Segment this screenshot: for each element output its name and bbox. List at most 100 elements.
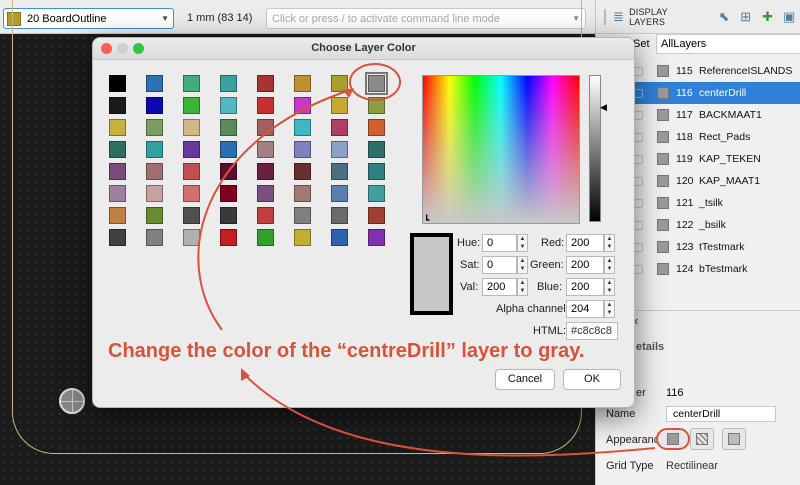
color-swatch[interactable] [257,119,274,136]
color-swatch[interactable] [368,207,385,224]
lock-icon[interactable] [634,132,643,142]
lock-icon[interactable] [634,110,643,120]
color-swatch[interactable] [220,119,237,136]
color-swatch[interactable] [183,97,200,114]
color-swatch[interactable] [294,119,311,136]
color-swatch[interactable] [294,163,311,180]
color-swatch[interactable] [257,207,274,224]
color-swatch[interactable] [220,207,237,224]
lock-icon[interactable] [634,242,643,252]
color-swatch[interactable] [183,229,200,246]
color-swatch[interactable] [220,185,237,202]
color-swatch[interactable] [331,207,348,224]
luminance-arrow-icon[interactable]: ◀ [600,102,607,113]
color-swatch[interactable] [294,207,311,224]
color-swatch[interactable] [257,185,274,202]
cancel-button[interactable]: Cancel [495,369,555,390]
color-swatch[interactable] [146,185,163,202]
color-swatch[interactable] [294,141,311,158]
stepper-icon[interactable]: ▲ ▼ [517,256,528,274]
color-swatch[interactable] [365,72,388,95]
lock-icon[interactable] [634,264,643,274]
color-swatch[interactable] [331,185,348,202]
color-swatch[interactable] [146,141,163,158]
alpha-input[interactable]: 204 ▲ ▼ [566,300,615,318]
color-swatch[interactable] [257,229,274,246]
tree-icon[interactable]: ⊞ [735,6,757,28]
stepper-icon[interactable]: ▲ ▼ [604,278,615,296]
color-swatch[interactable] [220,163,237,180]
color-swatch[interactable] [183,185,200,202]
color-swatch[interactable] [146,207,163,224]
color-swatch[interactable] [331,141,348,158]
color-swatch[interactable] [331,97,348,114]
color-swatch[interactable] [220,229,237,246]
sat-input[interactable]: 0 ▲ ▼ [482,256,528,274]
layer-name-input[interactable]: centerDrill [666,406,776,422]
color-swatch[interactable] [220,141,237,158]
color-swatch[interactable] [294,97,311,114]
lock-icon[interactable] [634,88,643,98]
color-swatch[interactable] [368,185,385,202]
color-swatch[interactable] [368,229,385,246]
lock-icon[interactable] [634,198,643,208]
color-swatch[interactable] [294,185,311,202]
color-swatch[interactable] [368,141,385,158]
appearance-pattern-button[interactable] [690,428,714,450]
layer-set-select[interactable]: AllLayers [656,34,800,54]
tab-display-layers[interactable]: ≣ DISPLAY LAYERS [596,7,713,27]
ok-button[interactable]: OK [563,369,621,390]
color-swatch[interactable] [368,97,385,114]
color-swatch[interactable] [331,75,348,92]
color-swatch[interactable] [183,119,200,136]
green-input[interactable]: 200 ▲ ▼ [566,256,615,274]
color-swatch[interactable] [368,163,385,180]
color-swatch[interactable] [109,141,126,158]
color-spectrum[interactable] [422,75,580,224]
color-swatch[interactable] [109,163,126,180]
color-swatch[interactable] [257,75,274,92]
color-swatch[interactable] [257,97,274,114]
color-swatch[interactable] [331,119,348,136]
color-swatch[interactable] [109,75,126,92]
appearance-color-button[interactable] [656,428,690,450]
color-swatch[interactable] [109,229,126,246]
color-swatch[interactable] [109,185,126,202]
color-swatch[interactable] [220,75,237,92]
color-swatch[interactable] [146,229,163,246]
html-color-input[interactable]: #c8c8c8 [566,322,618,340]
color-swatch[interactable] [146,75,163,92]
color-swatch[interactable] [331,229,348,246]
blue-input[interactable]: 200 ▲ ▼ [566,278,615,296]
color-swatch[interactable] [109,207,126,224]
luminance-slider[interactable] [589,75,601,222]
lock-icon[interactable] [634,66,643,76]
hue-input[interactable]: 0 ▲ ▼ [482,234,528,252]
stepper-icon[interactable]: ▲ ▼ [604,256,615,274]
stepper-icon[interactable]: ▲ ▼ [604,234,615,252]
stepper-icon[interactable]: ▲ ▼ [604,300,615,318]
lock-icon[interactable] [634,220,643,230]
lock-icon[interactable] [634,176,643,186]
color-swatch[interactable] [294,75,311,92]
color-swatch[interactable] [368,119,385,136]
color-swatch[interactable] [146,163,163,180]
add-component-icon[interactable]: ✚ [757,6,779,28]
red-input[interactable]: 200 ▲ ▼ [566,234,615,252]
appearance-fill-button[interactable] [722,428,746,450]
color-swatch[interactable] [331,163,348,180]
color-swatch[interactable] [257,163,274,180]
val-input[interactable]: 200 ▲ ▼ [482,278,528,296]
color-swatch[interactable] [257,141,274,158]
color-swatch[interactable] [183,141,200,158]
stepper-icon[interactable]: ▲ ▼ [517,278,528,296]
color-swatch[interactable] [146,97,163,114]
color-swatch[interactable] [220,97,237,114]
color-swatch[interactable] [183,163,200,180]
color-swatch[interactable] [109,97,126,114]
component-icon[interactable]: ▣ [778,6,800,28]
color-swatch[interactable] [294,229,311,246]
color-swatch[interactable] [183,75,200,92]
stepper-icon[interactable]: ▲ ▼ [517,234,528,252]
color-swatch[interactable] [109,119,126,136]
